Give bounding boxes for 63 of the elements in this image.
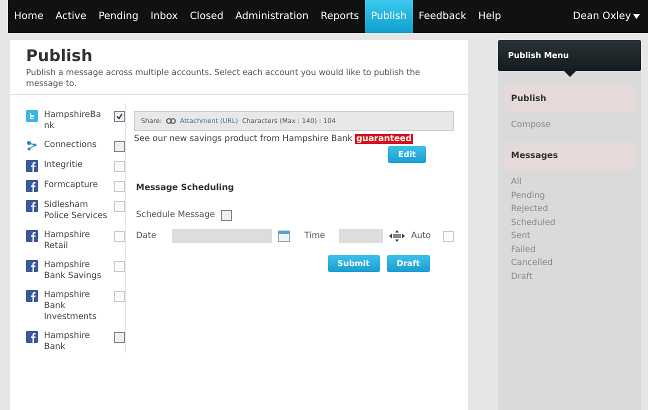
menu-section: Publish [504,85,635,113]
menu-item[interactable]: Sent [504,230,635,244]
account-checkbox[interactable] [114,110,125,122]
message-text: See our new savings product from Hampshire Bank guaranteed [134,134,414,144]
nav-tab[interactable]: Reports [314,0,365,33]
menu-title: Publish Menu [508,51,569,60]
nav-tab[interactable]: Active [50,0,92,33]
nav-tab[interactable]: Inbox [144,0,184,33]
menu-item[interactable]: Cancelled [504,257,635,271]
account-name: Connections [44,140,98,151]
menu-item[interactable]: Rejected [504,203,635,217]
account-name: HampshireBa nk [44,110,102,132]
account-checkbox[interactable] [114,140,125,152]
auto-label: Auto [411,230,431,241]
account-name: Integritie [44,160,84,171]
section-title: Message Scheduling [136,182,235,193]
menu-item[interactable]: Draft [504,270,635,284]
facebook-icon [26,160,38,172]
facebook-icon [26,290,38,302]
nav-tab[interactable]: Administration [229,0,315,33]
schedule-checkbox[interactable] [221,210,232,221]
menu-item[interactable]: All [504,176,635,190]
nav-tab[interactable]: Closed [184,0,230,33]
menu-item[interactable]: Failed [504,244,635,258]
facebook-icon [26,180,38,192]
user-menu[interactable]: Dean Oxley [564,0,648,33]
calendar-icon [278,230,290,242]
date-label: Date [136,230,156,241]
menu-item[interactable]: Pending [504,190,635,204]
menu-item[interactable]: Compose [504,119,635,132]
nav-tab[interactable]: Publish [364,0,413,33]
auto-checkbox[interactable] [442,230,454,242]
account-name: Sidlesham Police Services [44,200,108,222]
connections-icon [26,140,38,152]
date-field[interactable] [172,228,272,243]
account-name: Hampshire Bank Investments [44,290,98,324]
account-checkbox[interactable] [114,332,125,344]
menu-section: Messages [504,142,635,170]
schedule-label: Schedule Message [136,210,216,220]
menu-item[interactable]: Scheduled [504,216,635,230]
submit-button[interactable]: Submit [328,254,380,272]
page-description: Publish a message across multiple accounts. Select each account you would like to publish the message to. [26,67,422,89]
account-name: Hampshire Bank [44,331,91,354]
nav-tab[interactable]: Feedback [412,0,472,33]
caret-icon [633,14,640,19]
account-name: Hampshire Bank Savings [44,260,102,282]
facebook-icon [26,260,38,272]
account-name: Hampshire Retail [44,230,91,252]
time-label: Time [304,230,326,241]
facebook-icon [26,230,38,242]
nav-tab[interactable]: Help [472,0,508,33]
nav-tab[interactable]: Home [8,0,50,33]
nav-tab[interactable]: Pending [92,0,144,33]
time-field[interactable] [339,228,384,243]
facebook-icon [26,200,38,212]
account-name: Formcapture [44,180,99,191]
facebook-icon [26,331,38,344]
edit-button[interactable]: Edit [388,146,426,163]
pointer-icon [564,71,576,77]
link-icon [166,118,176,124]
move-arrows-icon [389,230,406,242]
draft-button[interactable]: Draft [386,254,430,272]
page-title: Publish [26,46,94,65]
